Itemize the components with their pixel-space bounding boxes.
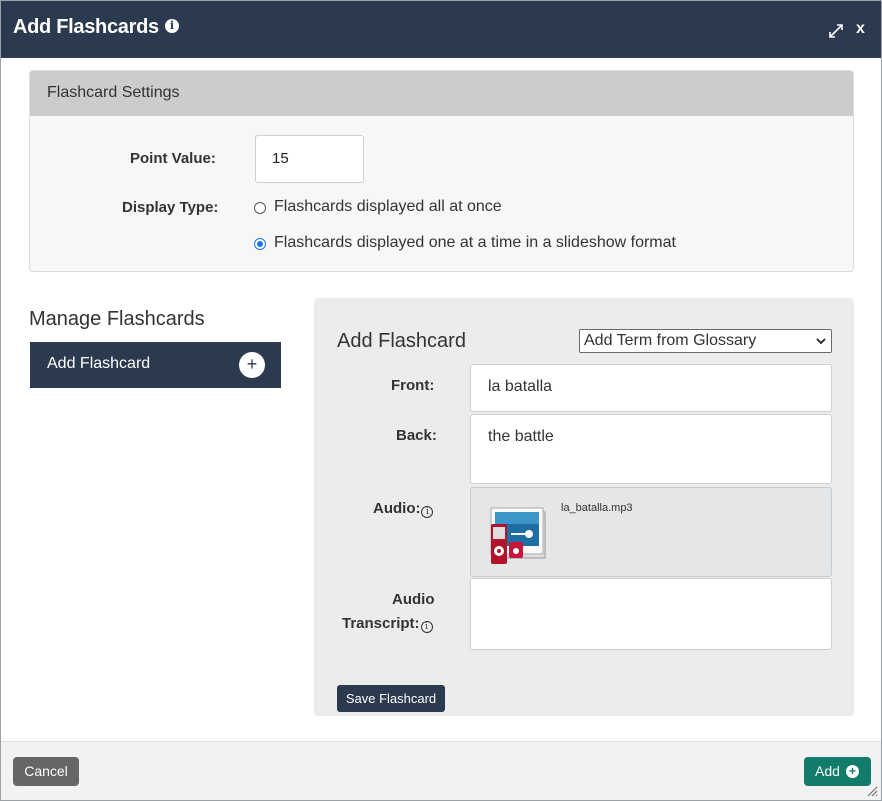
- flashcard-settings-title: Flashcard Settings: [47, 84, 180, 101]
- display-slideshow-radio[interactable]: [254, 238, 266, 250]
- display-all-radio[interactable]: [254, 202, 266, 214]
- audio-dropzone[interactable]: la_batalla.mp3: [470, 487, 832, 577]
- dialog-titlebar: Add Flashcards i x: [1, 1, 881, 58]
- cancel-button[interactable]: Cancel: [13, 757, 79, 786]
- point-value-label: Point Value:: [130, 150, 216, 167]
- info-icon[interactable]: i: [165, 19, 179, 33]
- add-flashcard-button[interactable]: Add Flashcard +: [30, 342, 281, 388]
- display-type-label: Display Type:: [122, 199, 219, 216]
- audio-label: Audio: i: [373, 500, 434, 518]
- chevron-down-icon: [816, 338, 826, 345]
- resize-grip-icon[interactable]: [866, 785, 878, 797]
- front-label: Front:: [391, 377, 435, 394]
- add-flashcard-button-label: Add Flashcard: [47, 355, 151, 372]
- plus-circle-icon: +: [846, 765, 859, 778]
- info-icon[interactable]: i: [421, 506, 434, 518]
- audio-transcript-label-line1: Audio: [392, 591, 435, 608]
- add-flashcard-panel-title: Add Flashcard: [337, 330, 466, 352]
- add-flashcard-panel: Add Flashcard Add Term from Glossary Fro…: [314, 298, 854, 716]
- add-button-label: Add: [815, 763, 840, 779]
- flashcard-settings-section: Flashcard Settings Point Value: 15 Displ…: [29, 70, 854, 272]
- info-icon[interactable]: i: [420, 621, 433, 633]
- flashcard-settings-header: Flashcard Settings: [30, 71, 853, 116]
- back-label: Back:: [396, 427, 437, 444]
- plus-icon: +: [239, 352, 265, 378]
- add-flashcards-dialog: Add Flashcards i x Flashcard Settings Po…: [0, 0, 882, 801]
- manage-flashcards-title: Manage Flashcards: [29, 308, 205, 330]
- display-slideshow-label[interactable]: Flashcards displayed one at a time in a …: [274, 234, 676, 252]
- audio-transcript-label-line2: Transcript:: [342, 615, 420, 632]
- add-button[interactable]: Add +: [804, 757, 871, 786]
- back-input[interactable]: the battle: [470, 414, 832, 484]
- front-input[interactable]: la batalla: [470, 364, 832, 412]
- audio-transcript-input[interactable]: [470, 578, 832, 650]
- point-value-input[interactable]: 15: [255, 135, 364, 183]
- glossary-select-value: Add Term from Glossary: [584, 332, 757, 349]
- display-all-label[interactable]: Flashcards displayed all at once: [274, 198, 502, 216]
- dialog-footer: Cancel Add +: [1, 741, 881, 800]
- audio-transcript-label: Transcript: i: [342, 615, 433, 633]
- dialog-body: Flashcard Settings Point Value: 15 Displ…: [1, 58, 881, 741]
- expand-icon[interactable]: [827, 22, 845, 40]
- dialog-title: Add Flashcards: [13, 16, 159, 38]
- audio-file-name[interactable]: la_batalla.mp3: [561, 502, 633, 514]
- save-flashcard-button[interactable]: Save Flashcard: [337, 685, 445, 712]
- close-button[interactable]: x: [856, 20, 865, 38]
- audio-label-text: Audio:: [373, 500, 421, 517]
- audio-file-icon[interactable]: [487, 506, 549, 568]
- glossary-select[interactable]: Add Term from Glossary: [579, 329, 832, 353]
